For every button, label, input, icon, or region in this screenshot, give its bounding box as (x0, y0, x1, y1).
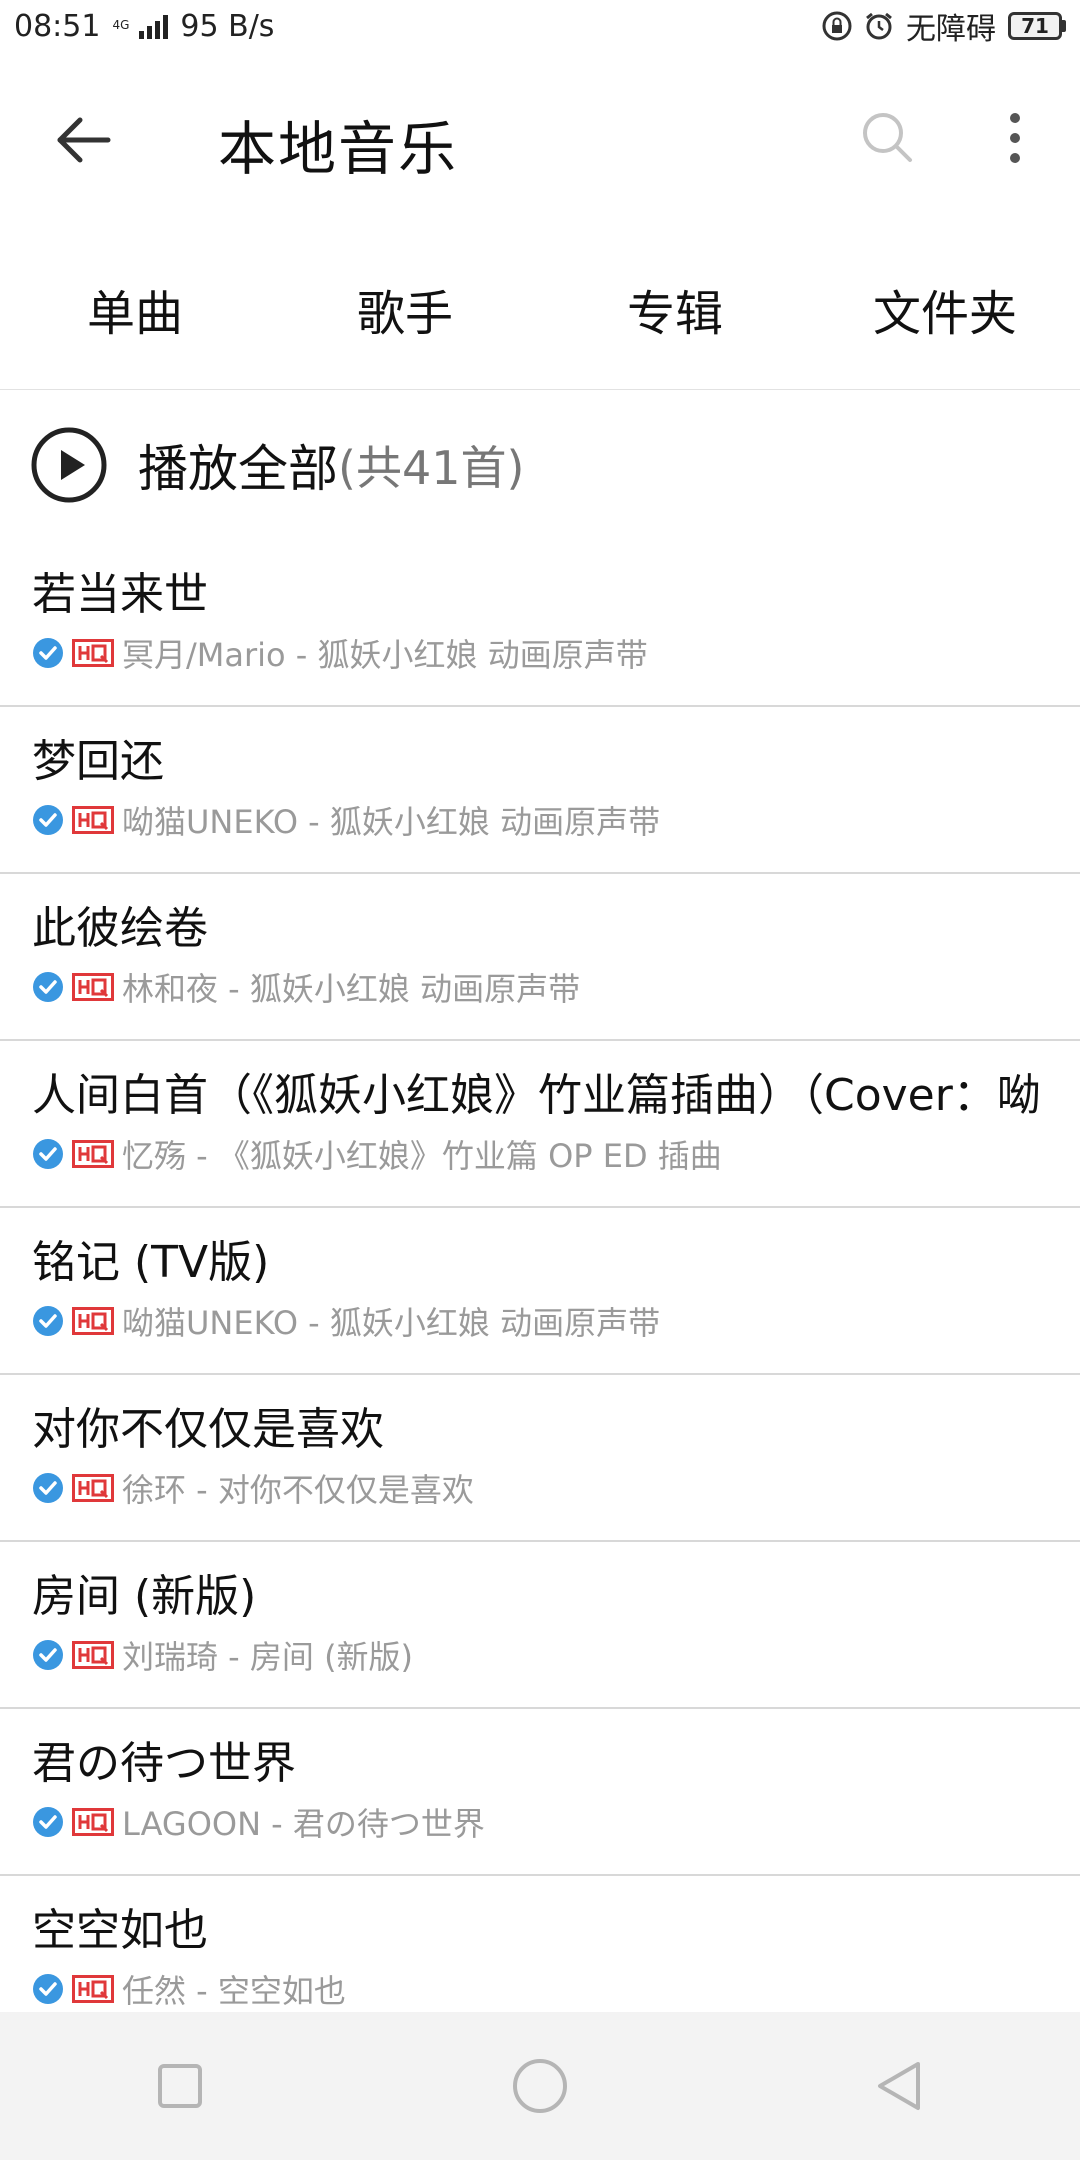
hq-badge-icon (72, 1975, 114, 2003)
song-title: 房间 (新版) (32, 1571, 257, 1622)
artist-album: 呦猫UNEKO - 狐妖小红娘 动画原声带 (122, 803, 661, 841)
song-title: 对你不仅仅是喜欢 (32, 1404, 384, 1455)
song-meta: 冥月/Mario - 狐妖小红娘 动画原声带 (32, 630, 648, 676)
downloaded-check-icon (33, 1139, 63, 1169)
song-title: 空空如也 (32, 1905, 208, 1956)
battery-level: 71 (1008, 12, 1062, 40)
artist-album: 冥月/Mario - 狐妖小红娘 动画原声带 (122, 636, 648, 674)
artist-album: 刘瑞琦 - 房间 (新版) (122, 1638, 414, 1676)
song-row[interactable]: 对你不仅仅是喜欢 徐环 - 对你不仅仅是喜欢 (0, 1375, 1080, 1542)
status-bar: 08:51 4G 95 B/s 无障碍 71 (0, 0, 1080, 52)
artist-album: 任然 - 空空如也 (122, 1972, 346, 2010)
song-meta: 林和夜 - 狐妖小红娘 动画原声带 (32, 964, 580, 1010)
song-meta: 呦猫UNEKO - 狐妖小红娘 动画原声带 (32, 797, 660, 843)
song-meta: 任然 - 空空如也 (32, 1966, 346, 2012)
song-row[interactable]: 君の待つ世界 LAGOON - 君の待つ世界 (0, 1709, 1080, 1876)
downloaded-check-icon (33, 805, 63, 835)
play-all-label: 播放全部 (138, 440, 338, 498)
signal-icon (139, 13, 169, 39)
song-title: 铭记 (TV版) (32, 1237, 270, 1288)
artist-album: 呦猫UNEKO - 狐妖小红娘 动画原声带 (122, 1304, 661, 1342)
song-row[interactable]: 人间白首（《狐妖小红娘》竹业篇插曲）（Cover：呦 忆殇 - 《狐妖小红娘》竹… (0, 1041, 1080, 1208)
tab-bar: 单曲 歌手 专辑 文件夹 (0, 228, 1080, 390)
song-title: 此彼绘卷 (32, 903, 208, 954)
song-meta: 忆殇 - 《狐妖小红娘》竹业篇 OP ED 插曲 (32, 1131, 722, 1177)
song-count: (共41首) (338, 441, 525, 495)
hq-badge-icon (72, 1474, 114, 1502)
page-title: 本地音乐 (218, 115, 459, 183)
song-row[interactable]: 梦回还 呦猫UNEKO - 狐妖小红娘 动画原声带 (0, 707, 1080, 874)
home-circle-icon[interactable] (510, 2056, 570, 2116)
tab-albums[interactable]: 专辑 (540, 228, 810, 389)
artist-album: 徐环 - 对你不仅仅是喜欢 (122, 1471, 474, 1509)
song-row[interactable]: 若当来世 冥月/Mario - 狐妖小红娘 动画原声带 (0, 540, 1080, 707)
song-title: 若当来世 (32, 569, 208, 620)
recents-square-icon[interactable] (150, 2056, 210, 2116)
downloaded-check-icon (33, 972, 63, 1002)
song-title: 梦回还 (32, 736, 164, 787)
song-row[interactable]: 房间 (新版) 刘瑞琦 - 房间 (新版) (0, 1542, 1080, 1709)
app-bar: 本地音乐 (0, 52, 1080, 228)
song-title: 人间白首（《狐妖小红娘》竹业篇插曲）（Cover：呦 (32, 1070, 1041, 1121)
song-title: 君の待つ世界 (32, 1738, 296, 1789)
rotation-lock-icon (822, 11, 852, 41)
back-triangle-icon[interactable] (870, 2056, 930, 2116)
hq-badge-icon (72, 973, 114, 1001)
play-circle-icon (31, 427, 107, 503)
downloaded-check-icon (33, 1974, 63, 2004)
song-meta: LAGOON - 君の待つ世界 (32, 1799, 485, 1845)
play-all-button[interactable]: 播放全部 (共41首) (0, 390, 1080, 540)
song-row[interactable]: 此彼绘卷 林和夜 - 狐妖小红娘 动画原声带 (0, 874, 1080, 1041)
song-meta: 徐环 - 对你不仅仅是喜欢 (32, 1465, 474, 1511)
artist-album: 林和夜 - 狐妖小红娘 动画原声带 (122, 970, 581, 1008)
song-row[interactable]: 铭记 (TV版) 呦猫UNEKO - 狐妖小红娘 动画原声带 (0, 1208, 1080, 1375)
tab-artists[interactable]: 歌手 (270, 228, 540, 389)
hq-badge-icon (72, 1140, 114, 1168)
hq-badge-icon (72, 1307, 114, 1335)
downloaded-check-icon (33, 638, 63, 668)
song-meta: 刘瑞琦 - 房间 (新版) (32, 1632, 413, 1678)
status-left: 08:51 4G 95 B/s (14, 9, 274, 44)
status-right: 无障碍 71 (822, 4, 1066, 48)
network-speed: 95 B/s (180, 8, 275, 44)
more-vertical-icon[interactable] (1000, 108, 1030, 168)
artist-album: LAGOON - 君の待つ世界 (122, 1805, 485, 1843)
search-icon[interactable] (858, 108, 918, 168)
status-time: 08:51 (14, 8, 101, 44)
hq-badge-icon (72, 1641, 114, 1669)
song-list: 若当来世 冥月/Mario - 狐妖小红娘 动画原声带 梦回还 呦猫UNEKO … (0, 540, 1080, 2043)
network-type: 4G (112, 17, 130, 32)
tab-folders[interactable]: 文件夹 (810, 228, 1080, 389)
tab-songs[interactable]: 单曲 (0, 228, 270, 389)
back-arrow-icon[interactable] (52, 108, 116, 172)
artist-album: 忆殇 - 《狐妖小红娘》竹业篇 OP ED 插曲 (122, 1137, 722, 1175)
downloaded-check-icon (33, 1306, 63, 1336)
hq-badge-icon (72, 639, 114, 667)
hq-badge-icon (72, 1808, 114, 1836)
song-meta: 呦猫UNEKO - 狐妖小红娘 动画原声带 (32, 1298, 660, 1344)
downloaded-check-icon (33, 1473, 63, 1503)
system-nav-bar (0, 2012, 1080, 2160)
alarm-icon (866, 12, 892, 40)
downloaded-check-icon (33, 1640, 63, 1670)
hq-badge-icon (72, 806, 114, 834)
accessibility-status: 无障碍 (906, 12, 996, 47)
battery-icon: 71 (1008, 12, 1066, 40)
downloaded-check-icon (33, 1807, 63, 1837)
